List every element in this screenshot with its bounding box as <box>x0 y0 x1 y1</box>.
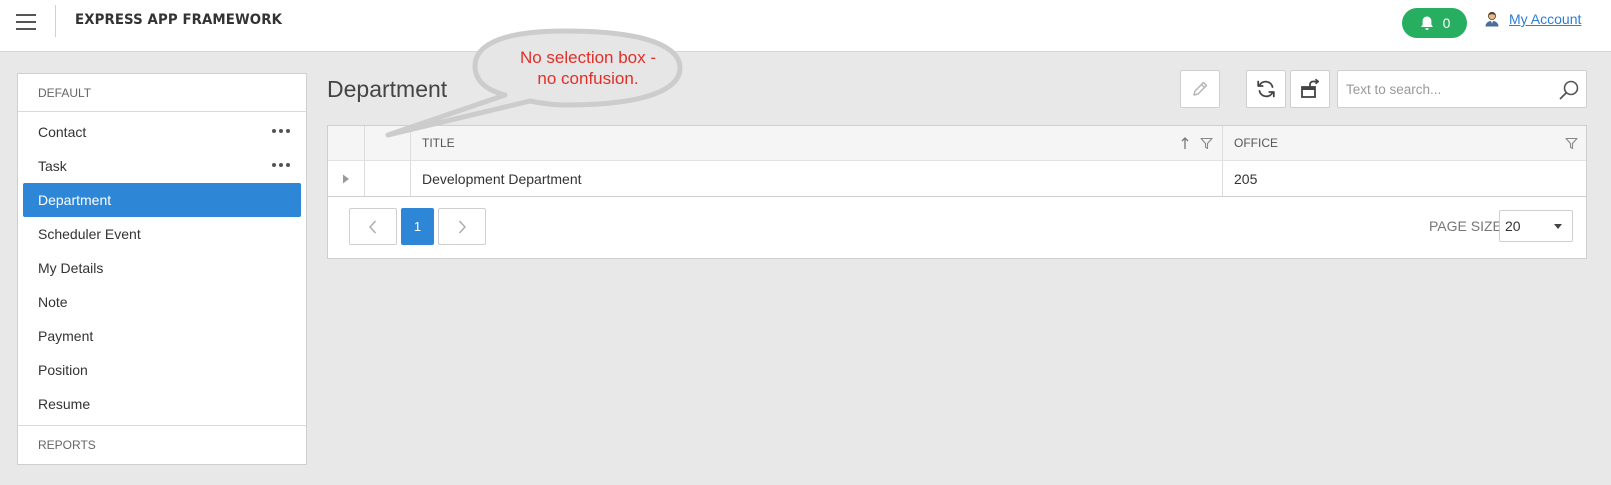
sidebar-item-label: Contact <box>38 124 87 140</box>
sidebar-group-reports[interactable]: REPORTS <box>18 425 306 463</box>
user-avatar-icon[interactable] <box>1484 11 1500 27</box>
page-button-1[interactable]: 1 <box>401 208 434 245</box>
sidebar: DEFAULT Contact Task Department Schedule… <box>17 73 307 465</box>
table-row[interactable]: Development Department 205 <box>328 161 1586 197</box>
sidebar-item-task[interactable]: Task <box>23 149 301 183</box>
expand-arrow-icon[interactable] <box>342 174 350 184</box>
notifications-count: 0 <box>1442 15 1451 31</box>
sidebar-item-label: Scheduler Event <box>38 226 141 242</box>
sidebar-group-default[interactable]: DEFAULT <box>18 74 306 112</box>
row-expand-cell[interactable] <box>328 161 365 196</box>
callout-line-2: no confusion. <box>537 69 639 88</box>
cell-title[interactable]: Development Department <box>411 161 1223 196</box>
callout-text: No selection box - no confusion. <box>473 47 703 89</box>
app-header: EXPRESS APP FRAMEWORK 0 My Account <box>0 0 1611 52</box>
export-button[interactable] <box>1290 70 1330 108</box>
page-size-label: PAGE SIZE <box>1429 218 1502 234</box>
column-office-label: OFFICE <box>1234 136 1278 150</box>
filter-icon[interactable] <box>1565 137 1578 150</box>
my-account-link[interactable]: My Account <box>1509 11 1581 27</box>
app-title: EXPRESS APP FRAMEWORK <box>75 12 283 28</box>
sidebar-item-resume[interactable]: Resume <box>23 387 301 421</box>
filter-icon[interactable] <box>1200 137 1213 150</box>
search-input[interactable] <box>1338 71 1548 107</box>
search-box <box>1337 70 1587 108</box>
page-size-select[interactable]: 20 <box>1499 210 1573 242</box>
chevron-down-icon <box>1554 224 1562 229</box>
cell-office-value: 205 <box>1234 170 1258 187</box>
sidebar-item-label: Department <box>38 192 112 208</box>
chevron-left-icon <box>369 220 377 233</box>
header-divider <box>55 5 56 37</box>
more-options-icon[interactable] <box>272 159 292 171</box>
previous-page-button[interactable] <box>349 208 397 245</box>
data-grid: TITLE OFFICE Development Department 205 … <box>327 125 1587 259</box>
sidebar-item-my-details[interactable]: My Details <box>23 251 301 285</box>
sidebar-item-scheduler-event[interactable]: Scheduler Event <box>23 217 301 251</box>
column-title-label: TITLE <box>422 136 455 150</box>
notifications-button[interactable]: 0 <box>1402 8 1467 38</box>
sidebar-item-label: Note <box>38 294 68 310</box>
sort-ascending-icon[interactable] <box>1180 136 1190 150</box>
sidebar-item-label: Position <box>38 362 88 378</box>
refresh-button[interactable] <box>1246 70 1286 108</box>
sidebar-item-department[interactable]: Department <box>23 183 301 217</box>
edit-button[interactable] <box>1180 70 1220 108</box>
cell-title-value: Development Department <box>422 170 582 187</box>
callout-line-1: No selection box - <box>519 48 657 67</box>
row-header-cell <box>365 161 411 196</box>
sidebar-item-payment[interactable]: Payment <box>23 319 301 353</box>
search-icon[interactable] <box>1558 79 1580 101</box>
next-page-button[interactable] <box>438 208 486 245</box>
refresh-icon <box>1257 80 1275 98</box>
menu-icon[interactable] <box>16 14 36 30</box>
sidebar-item-label: Resume <box>38 396 91 412</box>
expand-column-header <box>328 126 365 160</box>
chevron-right-icon <box>458 220 466 233</box>
cell-office[interactable]: 205 <box>1223 161 1587 196</box>
more-options-icon[interactable] <box>272 125 292 137</box>
sidebar-item-contact[interactable]: Contact <box>23 115 301 149</box>
bell-icon <box>1420 16 1433 30</box>
sidebar-item-label: Task <box>38 158 67 174</box>
page-size-value: 20 <box>1505 218 1521 234</box>
sidebar-item-note[interactable]: Note <box>23 285 301 319</box>
column-header-office[interactable]: OFFICE <box>1223 126 1587 160</box>
pencil-icon <box>1193 81 1208 96</box>
sidebar-item-position[interactable]: Position <box>23 353 301 387</box>
export-icon <box>1301 78 1320 98</box>
sidebar-item-label: My Details <box>38 260 104 276</box>
sidebar-item-label: Payment <box>38 328 94 344</box>
